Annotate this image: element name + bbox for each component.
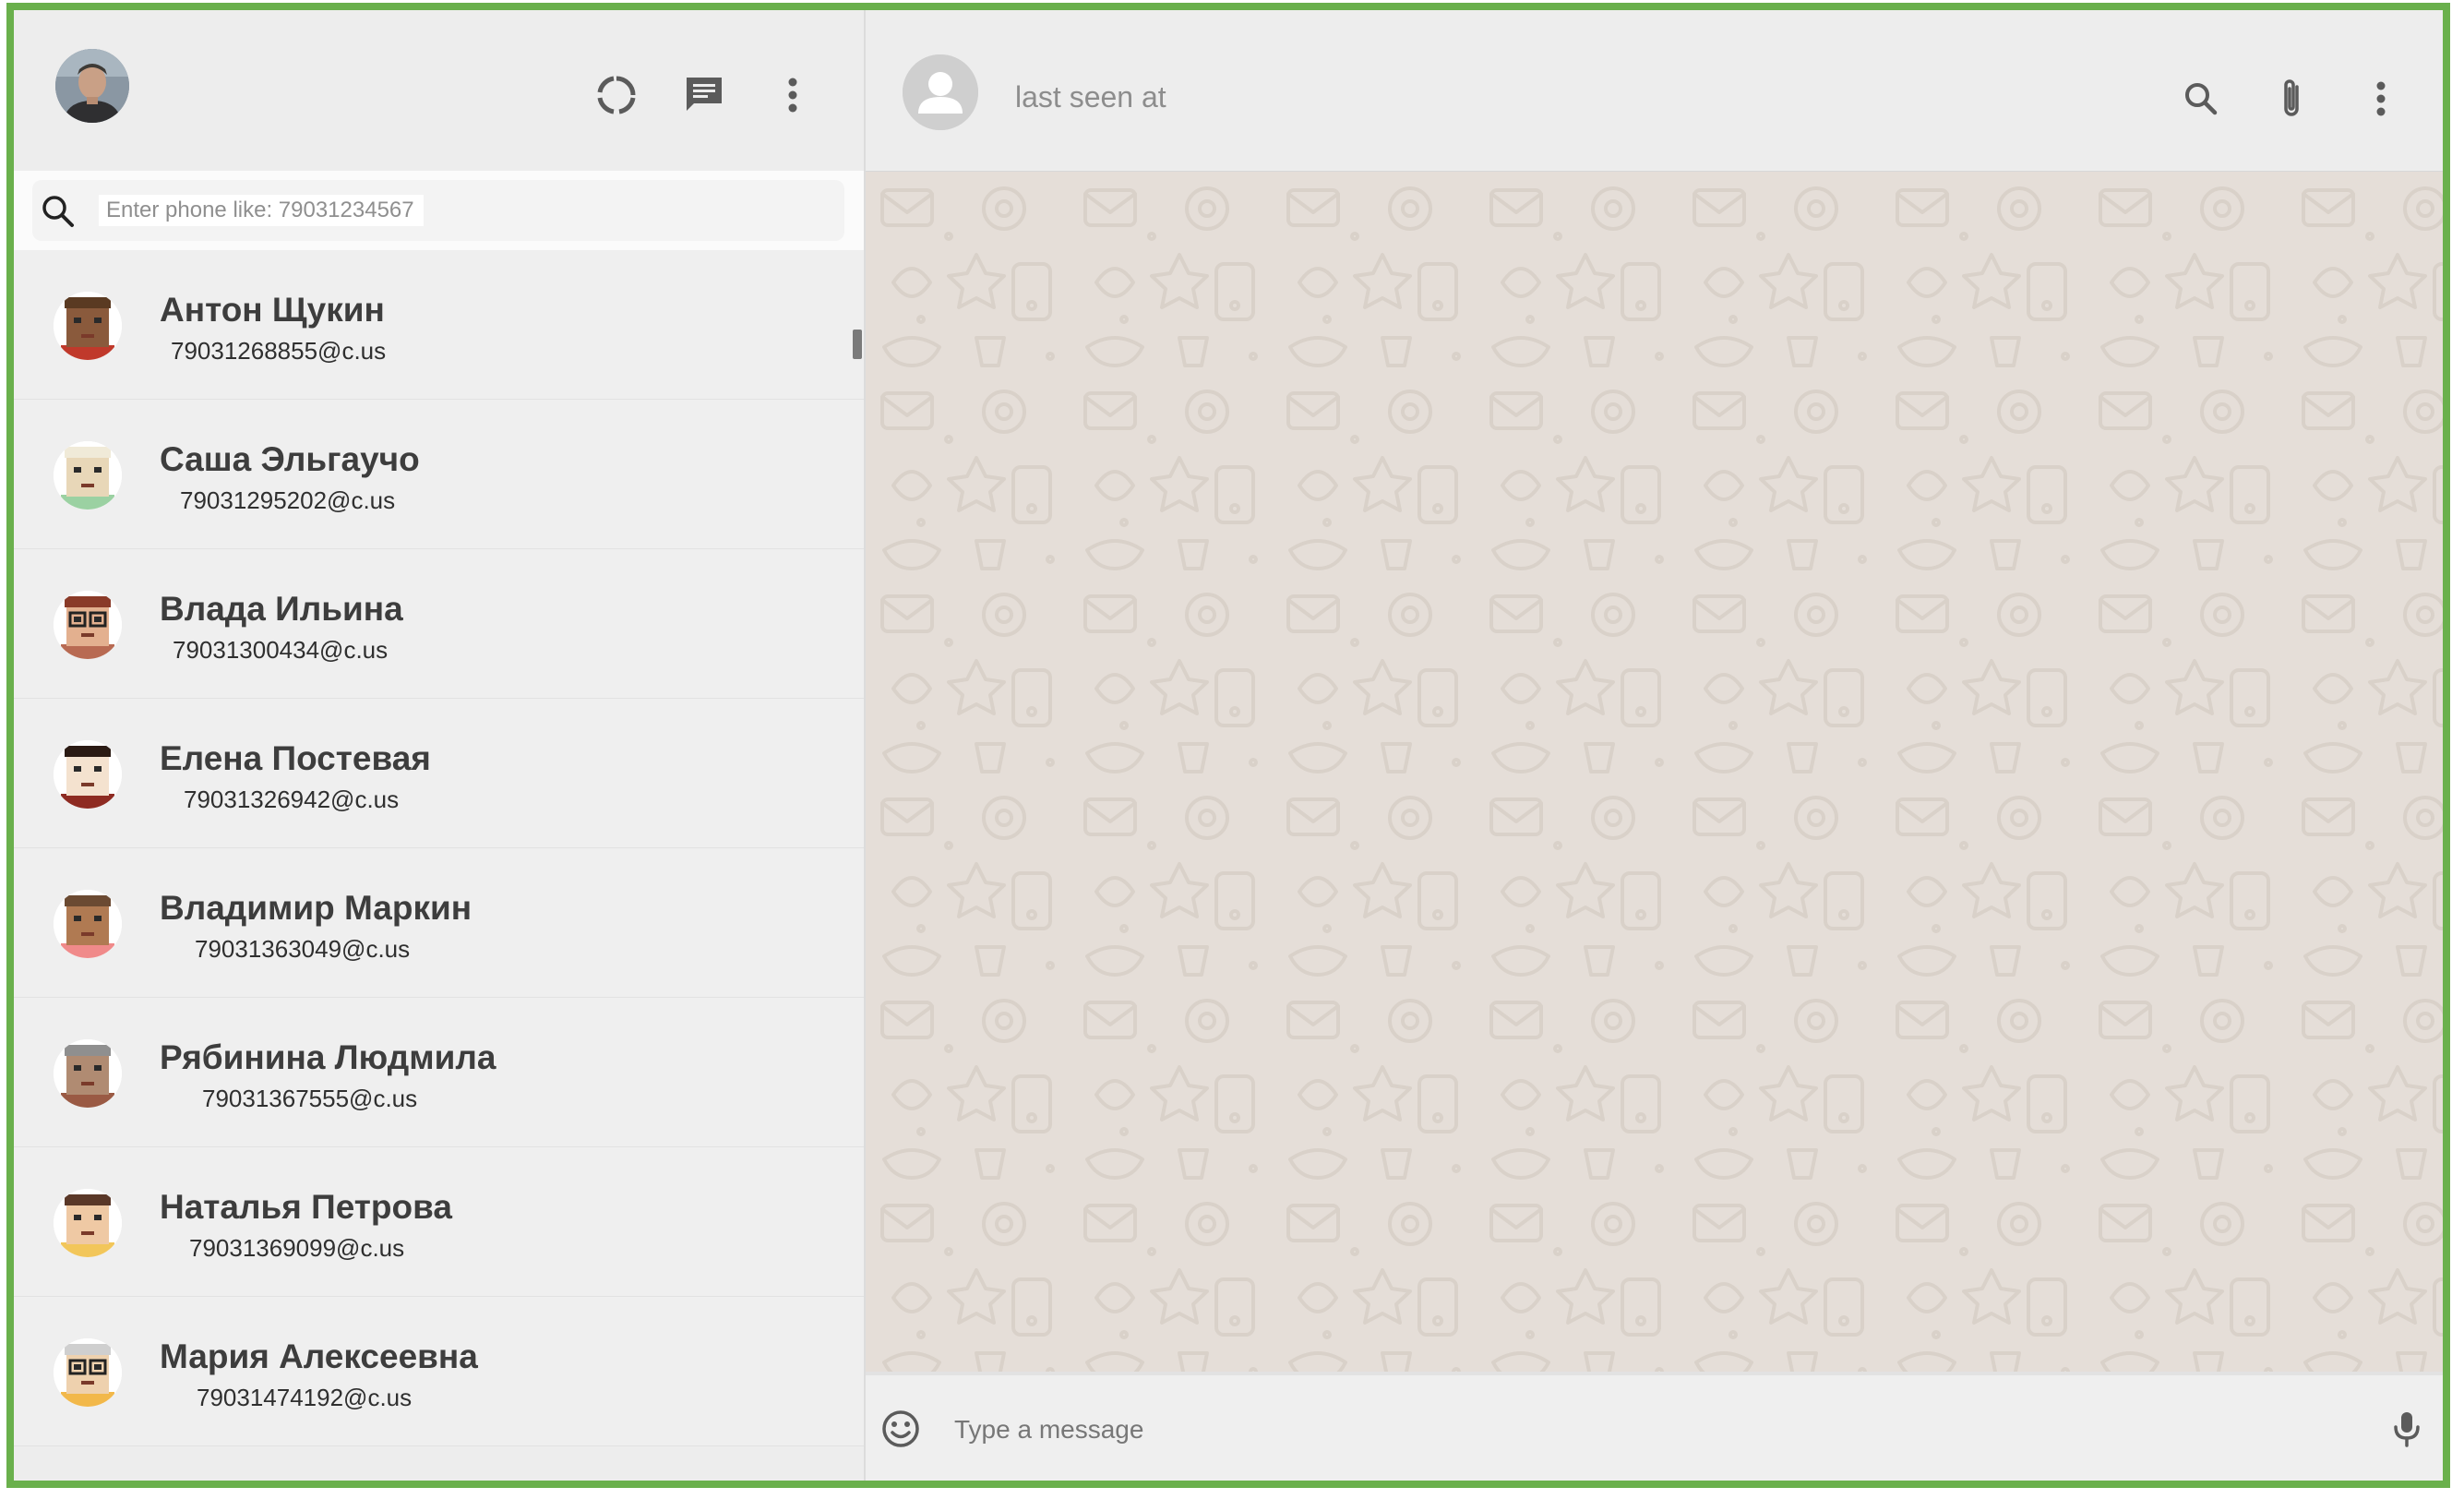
message-input[interactable] — [952, 1403, 2294, 1457]
contact-name: Наталья Петрова — [160, 1188, 452, 1226]
menu-icon[interactable] — [2353, 71, 2409, 126]
last-seen-text: last seen at — [1015, 80, 1166, 114]
contact-name: Влада Ильина — [160, 590, 403, 628]
contact-item[interactable]: Владимир Маркин 79031363049@c.us — [14, 848, 864, 998]
contact-phone: 79031326942@c.us — [184, 785, 400, 813]
app-window: Антон Щукин 79031268855@c.us Саша Эльгаучо… — [6, 3, 2450, 1488]
contact-phone: 79031295202@c.us — [180, 486, 396, 514]
contact-avatar — [54, 292, 122, 360]
search-bar — [14, 171, 864, 250]
contact-item[interactable]: Антон Щукин 79031268855@c.us — [14, 250, 864, 400]
contact-avatar — [54, 1189, 122, 1257]
scrollbar-thumb[interactable] — [853, 330, 862, 359]
search-box — [32, 180, 844, 241]
emoji-icon[interactable] — [880, 1409, 921, 1449]
contact-avatar — [54, 1338, 122, 1407]
contact-name: Владимир Маркин — [160, 889, 472, 927]
contact-item[interactable]: Наталья Петрова 79031369099@c.us — [14, 1147, 864, 1297]
sidebar-header — [14, 10, 864, 171]
contact-name: Елена Постевая — [160, 739, 431, 777]
contact-name: Рябинина Людмила — [160, 1038, 496, 1076]
search-icon — [40, 193, 77, 230]
chat-background — [866, 172, 2443, 1372]
contact-name: Антон Щукин — [160, 291, 385, 329]
contact-avatar — [54, 890, 122, 958]
contact-list: Антон Щукин 79031268855@c.us Саша Эльгаучо… — [14, 250, 864, 1481]
contact-item[interactable]: Мария Алексеевна 79031474192@c.us — [14, 1297, 864, 1446]
sidebar: Антон Щукин 79031268855@c.us Саша Эльгаучо… — [14, 10, 864, 1481]
search-input[interactable] — [99, 195, 424, 226]
menu-icon[interactable] — [765, 67, 820, 123]
contact-avatar — [54, 591, 122, 659]
peer-avatar[interactable] — [903, 54, 978, 130]
microphone-icon[interactable] — [2386, 1409, 2427, 1449]
contact-item[interactable]: Елена Постевая 79031326942@c.us — [14, 699, 864, 848]
search-icon[interactable] — [2173, 71, 2229, 126]
contact-phone: 79031268855@c.us — [171, 337, 387, 365]
contact-item[interactable]: Саша Эльгаучо 79031295202@c.us — [14, 400, 864, 549]
status-icon[interactable] — [589, 67, 644, 123]
contact-avatar — [54, 441, 122, 510]
contact-avatar — [54, 1039, 122, 1108]
contact-phone: 79031474192@c.us — [197, 1384, 413, 1411]
contact-phone: 79031300434@c.us — [173, 636, 389, 664]
chat-pane: last seen at — [866, 10, 2443, 1481]
contact-phone: 79031363049@c.us — [195, 935, 411, 963]
message-composer — [866, 1372, 2443, 1481]
contact-item[interactable]: Рябинина Людмила 79031367555@c.us — [14, 998, 864, 1147]
chat-header: last seen at — [866, 10, 2443, 172]
new-chat-icon[interactable] — [676, 67, 732, 123]
contact-name: Мария Алексеевна — [160, 1337, 478, 1375]
my-avatar[interactable] — [55, 49, 129, 123]
contact-name: Саша Эльгаучо — [160, 440, 420, 478]
contact-phone: 79031367555@c.us — [202, 1085, 418, 1112]
contact-item[interactable]: Влада Ильина 79031300434@c.us — [14, 549, 864, 699]
contact-phone: 79031369099@c.us — [189, 1234, 405, 1262]
contact-avatar — [54, 740, 122, 809]
attach-icon[interactable] — [2264, 71, 2319, 126]
